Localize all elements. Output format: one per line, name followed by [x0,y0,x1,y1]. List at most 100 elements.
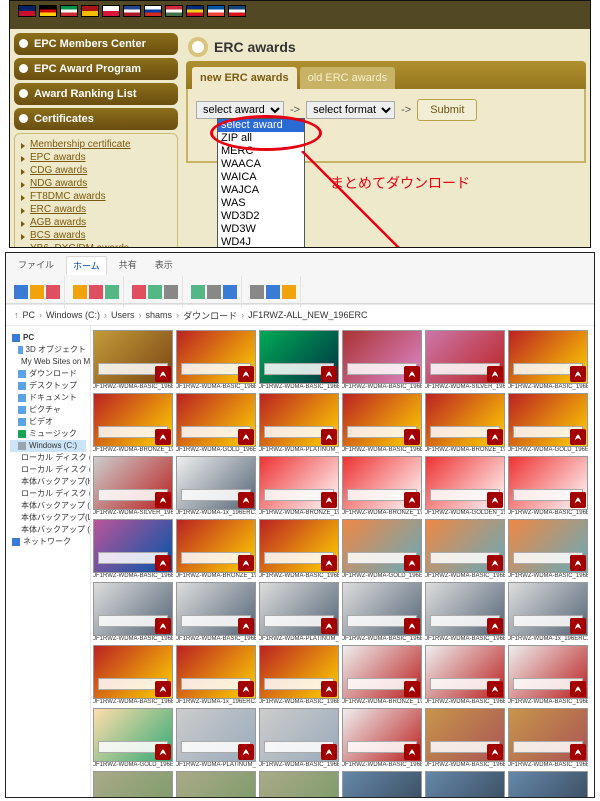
nav-tree[interactable]: PC3D オブジェクトMy Web Sites on MSNダウンロードデスクト… [6,326,91,798]
flag-fr[interactable] [207,5,225,17]
file-thumb[interactable]: JF1RWZ-WDMA-BASIC_196ERC.pdf [508,771,588,798]
tree-item[interactable]: Windows (C:) [10,440,86,452]
ribbon-icon[interactable] [191,285,205,299]
ribbon-icon[interactable] [148,285,162,299]
tree-item[interactable]: ネットワーク [10,536,86,548]
file-thumb[interactable]: JF1RWZ-WDMA-BASIC_196ERC.pdf [508,456,588,517]
ribbon-icon[interactable] [282,285,296,299]
file-thumb[interactable]: JF1RWZ-WDMA-GOLD_196ERC.pdf [176,393,256,454]
tree-item[interactable]: PC [10,332,86,344]
file-thumb[interactable]: JF1RWZ-WDMA-GOLD_196ERC.pdf [342,519,422,580]
file-thumb[interactable]: JF1RWZ-WDMA-BASIC_196ERC.pdf [259,519,339,580]
file-thumb[interactable]: JF1RWZ-WDMA-BRONZE_196ERC.pdf [425,393,505,454]
cert-link[interactable]: ERC awards [21,203,171,216]
tree-item[interactable]: 3D オブジェクト [10,344,86,356]
flag-gb[interactable] [18,5,36,17]
file-thumb[interactable]: JF1RWZ-WDMA-BASIC_196ERC.pdf [93,330,173,391]
cert-link[interactable]: EPC awards [21,151,171,164]
breadcrumb-segment[interactable]: Users [111,310,135,320]
flag-cz[interactable] [228,5,246,17]
file-thumb[interactable]: JF1RWZ-WDMA-BRONZE_196ERC.pdf [259,456,339,517]
file-thumb[interactable]: JF1RWZ-WDMA-BASIC_196ERC.pdf [508,645,588,706]
ribbon-icon[interactable] [164,285,178,299]
file-thumb[interactable]: JF1RWZ-WDMA-BASIC_196ERC.pdf [176,582,256,643]
file-thumb[interactable]: JF1RWZ-WDMA-PLATINUM_196ERC.pdf [259,393,339,454]
file-thumb[interactable]: JF1RWZ-WDMA-BASIC_196ERC.pdf [93,519,173,580]
cert-link[interactable]: AGB awards [21,216,171,229]
ribbon-tab[interactable]: 表示 [149,256,179,275]
file-grid[interactable]: JF1RWZ-WDMA-BASIC_196ERC.pdfJF1RWZ-WDMA-… [91,326,594,798]
sidebar-item-0[interactable]: EPC Members Center [14,33,178,55]
flag-nl[interactable] [123,5,141,17]
cert-link[interactable]: FT8DMC awards [21,190,171,203]
file-thumb[interactable]: JF1RWZ-WDMA-BASIC_196ERC.pdf [425,582,505,643]
file-thumb[interactable]: JF1RWZ-WDMA-BASIC_196ERC.pdf [259,708,339,769]
file-thumb[interactable]: JF1RWZ-WDMA-BASIC_196ERC.pdf [425,708,505,769]
select-format[interactable]: select format [306,101,395,119]
file-thumb[interactable]: JF1RWZ-WDMA-BASIC_196ERC.pdf [425,645,505,706]
breadcrumb-segment[interactable]: ダウンロード [183,309,237,322]
file-thumb[interactable]: JF1RWZ-WDMA-BASIC_196ERC.pdf [425,519,505,580]
file-thumb[interactable]: JF1RWZ-WDMA-BASIC_196ERC.pdf [259,645,339,706]
sidebar-item-2[interactable]: Award Ranking List [14,83,178,105]
ribbon-icon[interactable] [250,285,264,299]
file-thumb[interactable]: JF1RWZ-WDMA-BASIC_196ERC.pdf [176,771,256,798]
cert-link[interactable]: YB6_DXC/DM awards [21,242,171,248]
ribbon-tab[interactable]: ファイル [12,256,60,275]
ribbon-icon[interactable] [14,285,28,299]
ribbon-icon[interactable] [30,285,44,299]
tree-item[interactable]: ダウンロード [10,368,86,380]
ribbon-icon[interactable] [207,285,221,299]
breadcrumb-segment[interactable]: shams [146,310,173,320]
tree-item[interactable]: ローカル ディスク (D:) [10,452,86,464]
flag-es[interactable] [81,5,99,17]
up-arrow-icon[interactable]: ↑ [14,310,19,320]
tree-item[interactable]: 本体バックアップ(L:)(_M_Hi1) [10,512,86,524]
ribbon-icon[interactable] [132,285,146,299]
ribbon-icon[interactable] [46,285,60,299]
tree-item[interactable]: ローカル ディスク (I:) [10,488,86,500]
file-thumb[interactable]: JF1RWZ-WDMA-BRONZE_196ERC.pdf [93,393,173,454]
file-thumb[interactable]: JF1RWZ-WDMA-BASIC_196ERC.pdf [342,582,422,643]
tab-new-awards[interactable]: new ERC awards [192,67,297,89]
file-thumb[interactable]: JF1RWZ-WDMA-BRONZE_196ERC.pdf [176,519,256,580]
ribbon-icon[interactable] [105,285,119,299]
file-thumb[interactable]: JF1RWZ-WDMA-1x_196ERC.pdf [176,456,256,517]
cert-link[interactable]: Membership certificate [21,138,171,151]
file-thumb[interactable]: JF1RWZ-WDMA-BASIC_196ERC.pdf [93,582,173,643]
ribbon-tab[interactable]: ホーム [66,256,107,275]
ribbon-icon[interactable] [266,285,280,299]
file-thumb[interactable]: JF1RWZ-WDMA-PLATINUM_196ERC.pdf [176,708,256,769]
tree-item[interactable]: ピクチャ [10,404,86,416]
file-thumb[interactable]: JF1RWZ-WDMA-BASIC_196ERC.pdf [93,645,173,706]
tree-item[interactable]: ミュージック [10,428,86,440]
file-thumb[interactable]: JF1RWZ-WDMA-SILVER_196ERC.pdf [93,456,173,517]
file-thumb[interactable]: JF1RWZ-WDMA-BRONZE_196ERC.pdf [342,456,422,517]
file-thumb[interactable]: JF1RWZ-WDMA-BASIC_196ERC.pdf [508,330,588,391]
breadcrumb-segment[interactable]: PC [23,310,36,320]
ribbon-tab[interactable]: 共有 [113,256,143,275]
file-thumb[interactable]: JF1RWZ-WDMA-BASIC_196ERC.pdf [259,771,339,798]
file-thumb[interactable]: JF1RWZ-WDMA-BASIC_196ERC.pdf [342,708,422,769]
file-thumb[interactable]: JF1RWZ-WDMA-1x_196ERC.pdf [176,645,256,706]
tree-item[interactable]: ビデオ [10,416,86,428]
flag-hu[interactable] [165,5,183,17]
file-thumb[interactable]: JF1RWZ-WDMA-GOLD_196ERC.pdf [93,708,173,769]
cert-link[interactable]: CDG awards [21,164,171,177]
flag-pl[interactable] [102,5,120,17]
breadcrumb-segment[interactable]: JF1RWZ-ALL_NEW_196ERC [248,310,367,320]
tree-item[interactable]: ドキュメント [10,392,86,404]
file-thumb[interactable]: JF1RWZ-WDMA-BASIC_196ERC.pdf [425,771,505,798]
file-thumb[interactable]: JF1RWZ-WDMA-GOLDEN_196ERC.pdf [425,456,505,517]
cert-link[interactable]: NDG awards [21,177,171,190]
ribbon-icon[interactable] [223,285,237,299]
file-thumb[interactable]: JF1RWZ-WDMA-BASIC_196ERC.pdf [342,330,422,391]
tree-item[interactable]: 本体バックアップ (M:) [10,524,86,536]
file-thumb[interactable]: JF1RWZ-WDMA-BASIC_196ERC.pdf [508,519,588,580]
tree-item[interactable]: ローカル ディスク (G:) [10,464,86,476]
flag-de[interactable] [39,5,57,17]
file-thumb[interactable]: JF1RWZ-WDMA-BASIC_196ERC.pdf [342,393,422,454]
sidebar-item-3[interactable]: Certificates [14,108,178,130]
file-thumb[interactable]: JF1RWZ-WDMA-PLATINUM_196ERC.pdf [259,582,339,643]
file-thumb[interactable]: JF1RWZ-WDMA-1x_196ERC.pdf [508,582,588,643]
